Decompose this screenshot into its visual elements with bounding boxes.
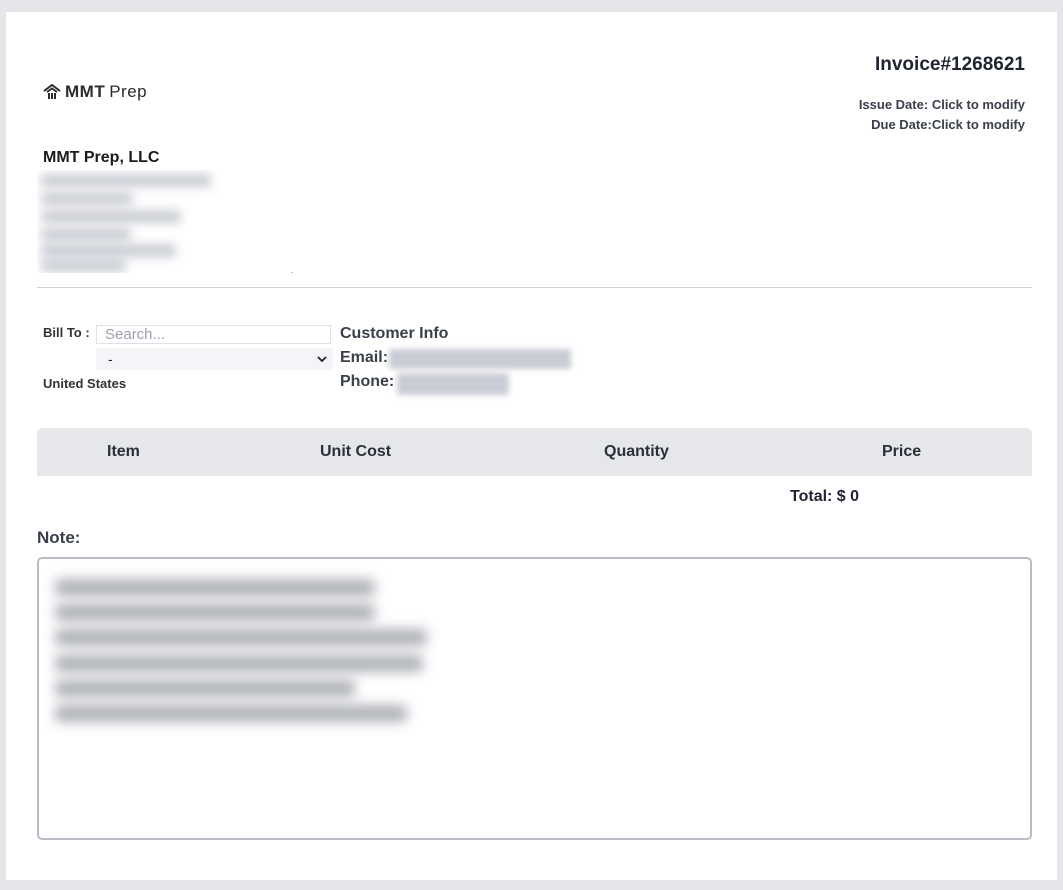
company-name: MMT Prep, LLC <box>43 149 160 166</box>
redacted-address-line <box>41 192 133 205</box>
redacted-email-value <box>389 349 571 369</box>
brand-logo: MMT Prep <box>43 82 147 102</box>
redacted-note-line <box>55 680 355 697</box>
redacted-note-line <box>55 579 375 596</box>
column-price: Price <box>882 443 922 460</box>
column-item: Item <box>107 443 140 460</box>
invoice-number: Invoice#1268621 <box>874 54 1025 75</box>
customer-search-input[interactable] <box>96 325 331 344</box>
customer-select[interactable]: - <box>96 348 333 370</box>
redacted-phone-value <box>397 373 509 395</box>
issue-date-label: Issue Date: <box>858 97 929 112</box>
logo-text-bold: MMT <box>65 82 106 101</box>
invoice-page: MMT Prep Invoice#1268621 Issue Date: Clic… <box>6 12 1057 880</box>
bill-to-country: United States <box>43 376 127 391</box>
due-date-label: Due Date: <box>871 117 932 132</box>
section-divider <box>37 287 1032 288</box>
customer-email-label: Email: <box>340 349 389 366</box>
chevron-down-icon <box>317 351 327 366</box>
column-quantity: Quantity <box>604 443 669 460</box>
column-unit-cost: Unit Cost <box>320 443 392 460</box>
logo-text-light: Prep <box>109 82 148 101</box>
note-textarea[interactable] <box>37 557 1032 840</box>
redacted-address-line <box>41 244 176 257</box>
redacted-note-line <box>55 629 427 646</box>
redacted-address-line <box>41 259 126 272</box>
due-date-value[interactable]: Click to modify <box>932 117 1025 132</box>
invoice-total: Total: $ 0 <box>790 488 860 505</box>
issue-date-value[interactable]: Click to modify <box>932 97 1025 112</box>
customer-info-title: Customer Info <box>340 325 449 342</box>
resize-grip-icon[interactable] <box>285 265 293 273</box>
note-label: Note: <box>37 528 81 547</box>
due-date-row: Due Date:Click to modify <box>871 117 1025 132</box>
house-icon <box>43 84 61 99</box>
redacted-address-line <box>41 210 181 223</box>
company-address-textarea[interactable] <box>37 170 293 273</box>
redacted-address-line <box>41 228 131 241</box>
customer-select-value: - <box>108 351 113 367</box>
items-table-header: Item Unit Cost Quantity Price <box>37 428 1032 476</box>
bill-to-label: Bill To : <box>43 325 90 340</box>
issue-date-row: Issue Date: Click to modify <box>859 97 1025 112</box>
customer-phone-label: Phone: <box>340 373 395 390</box>
redacted-note-line <box>55 705 407 722</box>
redacted-note-line <box>55 655 423 672</box>
redacted-address-line <box>41 174 211 187</box>
redacted-note-line <box>55 604 375 621</box>
